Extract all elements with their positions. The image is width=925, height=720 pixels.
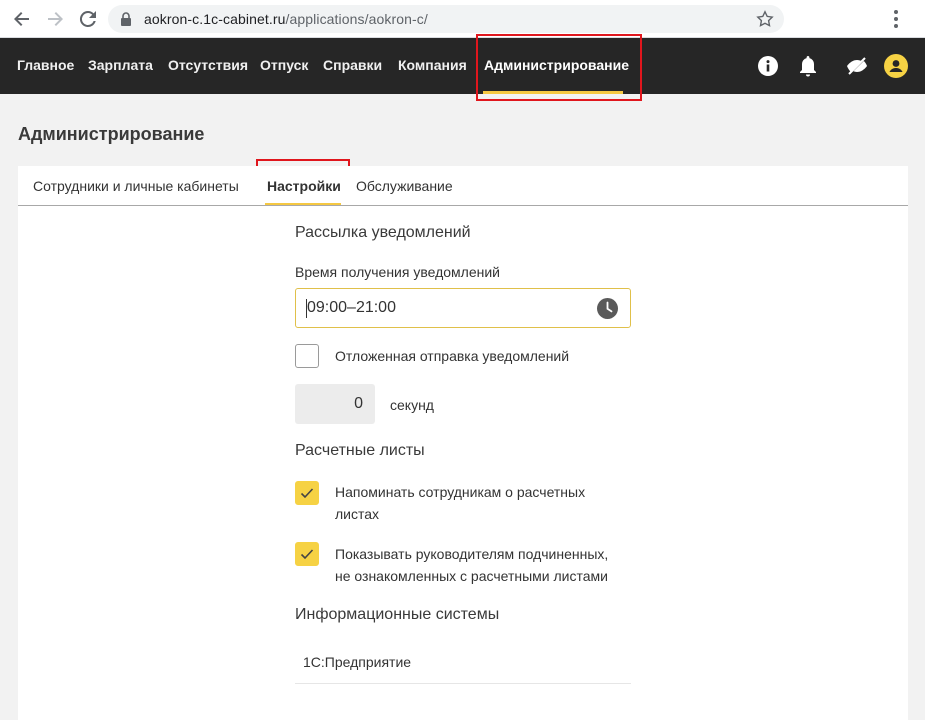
show-managers-checkbox[interactable]: [295, 542, 319, 566]
top-navigation: Главное Зарплата Отсутствия Отпуск Справ…: [0, 38, 925, 94]
delayed-sending-checkbox[interactable]: [295, 344, 319, 368]
star-icon[interactable]: [756, 10, 774, 33]
info-system-name: 1С:Предприятие: [303, 654, 412, 670]
delay-unit-label: секунд: [390, 397, 434, 413]
menu-item-main[interactable]: Главное: [17, 57, 74, 73]
remind-employees-label-line2: листах: [335, 506, 380, 522]
remind-employees-checkbox[interactable]: [295, 481, 319, 505]
forward-arrow-icon[interactable]: [44, 8, 66, 30]
url-path: /applications/aokron-c/: [285, 11, 428, 27]
payslips-section-title: Расчетные листы: [295, 442, 425, 459]
clock-icon[interactable]: [597, 298, 618, 324]
settings-card: [18, 166, 908, 720]
tabs-divider: [18, 205, 908, 206]
browser-toolbar: aokron-c.1c-cabinet.ru/applications/aokr…: [0, 0, 925, 38]
info-systems-section-title: Информационные системы: [295, 606, 500, 623]
notifications-section-title: Рассылка уведомлений: [295, 224, 471, 241]
notification-time-value: 09:00–21:00: [307, 299, 396, 316]
show-managers-label: Показывать руководителям подчиненных, не…: [335, 543, 608, 587]
text-caret: [306, 299, 307, 318]
notification-time-label: Время получения уведомлений: [295, 264, 501, 280]
page-title: Администрирование: [18, 124, 205, 144]
eye-slash-icon[interactable]: [845, 54, 869, 78]
reload-icon[interactable]: [77, 8, 99, 30]
tab-settings[interactable]: Настройки: [267, 178, 341, 194]
menu-item-certificates[interactable]: Справки: [323, 57, 382, 73]
back-arrow-icon[interactable]: [11, 8, 33, 30]
highlight-administration: [476, 34, 642, 101]
delay-seconds-value: 0: [354, 395, 363, 412]
user-avatar-icon[interactable]: [884, 54, 908, 78]
tab-employees[interactable]: Сотрудники и личные кабинеты: [33, 178, 239, 194]
checkmark-icon: [300, 549, 314, 560]
delay-seconds-input[interactable]: 0: [295, 384, 375, 424]
info-icon[interactable]: [756, 54, 780, 78]
menu-item-salary[interactable]: Зарплата: [88, 57, 153, 73]
tab-maintenance[interactable]: Обслуживание: [356, 178, 453, 194]
menu-item-absences[interactable]: Отсутствия: [168, 57, 248, 73]
menu-item-vacation[interactable]: Отпуск: [260, 57, 308, 73]
checkmark-icon: [300, 488, 314, 499]
menu-item-company[interactable]: Компания: [398, 57, 467, 73]
show-managers-label-line1: Показывать руководителям подчиненных,: [335, 546, 609, 562]
show-managers-label-line2: не ознакомленных с расчетными листами: [335, 568, 608, 584]
lock-icon: [120, 12, 132, 31]
remind-employees-label: Напоминать сотрудникам о расчетных листа…: [335, 481, 585, 525]
delayed-sending-label: Отложенная отправка уведомлений: [335, 348, 570, 364]
kebab-menu-icon[interactable]: [893, 9, 899, 34]
url-host: aokron-c.1c-cabinet.ru: [144, 11, 286, 27]
info-system-row[interactable]: 1С:Предприятие: [295, 644, 631, 684]
notification-time-input[interactable]: 09:00–21:00: [295, 288, 631, 328]
bell-icon[interactable]: [796, 54, 820, 78]
url-text: aokron-c.1c-cabinet.ru/applications/aokr…: [144, 11, 428, 27]
remind-employees-label-line1: Напоминать сотрудникам о расчетных: [335, 484, 586, 500]
active-tab-underline: [265, 203, 341, 205]
address-bar[interactable]: aokron-c.1c-cabinet.ru/applications/aokr…: [108, 5, 784, 33]
